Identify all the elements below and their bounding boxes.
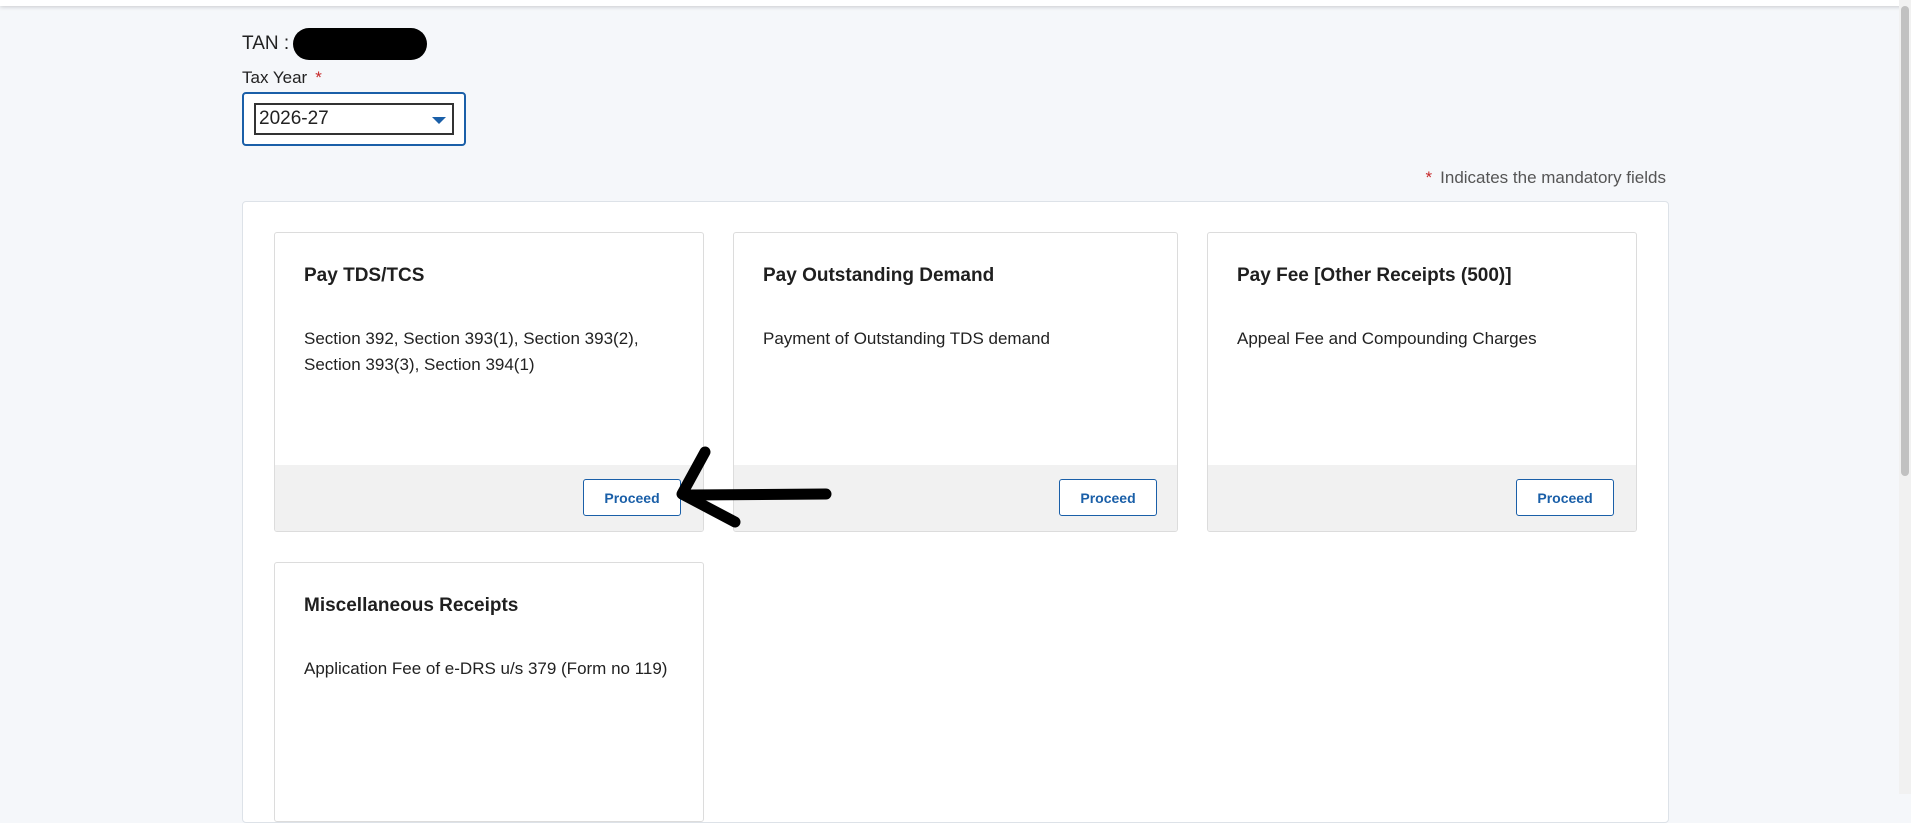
scrollbar-thumb[interactable]: [1901, 6, 1909, 476]
tan-redacted-value: [293, 28, 428, 60]
card-description: Payment of Outstanding TDS demand: [763, 329, 1050, 348]
tax-year-value: 2026-27: [259, 108, 329, 129]
card-footer: Proceed: [1208, 465, 1636, 531]
mandatory-fields-note: * Indicates the mandatory fields: [1426, 168, 1666, 188]
proceed-button[interactable]: Proceed: [1059, 479, 1157, 516]
card-title: Pay Fee [Other Receipts (500)]: [1237, 265, 1512, 286]
arrow-annotation-icon: [676, 446, 832, 528]
card-title: Pay Outstanding Demand: [763, 265, 995, 286]
mandatory-note-text: Indicates the mandatory fields: [1440, 168, 1666, 187]
card-description: Appeal Fee and Compounding Charges: [1237, 329, 1537, 348]
required-star: *: [1425, 168, 1433, 187]
card-pay-tds-tcs: Pay TDS/TCS Section 392, Section 393(1),…: [274, 232, 704, 532]
tan-label: TAN :: [242, 33, 290, 54]
card-description: Application Fee of e-DRS u/s 379 (Form n…: [304, 659, 668, 678]
card-miscellaneous-receipts: Miscellaneous Receipts Application Fee o…: [274, 562, 704, 822]
card-title: Miscellaneous Receipts: [304, 595, 519, 616]
card-title: Pay TDS/TCS: [304, 265, 425, 286]
vertical-scrollbar[interactable]: [1899, 0, 1911, 794]
top-header-bar: [0, 0, 1911, 6]
chevron-down-icon[interactable]: [432, 117, 446, 124]
tax-year-label-row: Tax Year *: [242, 68, 322, 88]
card-footer: Proceed: [275, 465, 703, 531]
card-pay-fee-other-receipts: Pay Fee [Other Receipts (500)] Appeal Fe…: [1207, 232, 1637, 532]
tax-year-select[interactable]: 2026-27: [242, 92, 466, 146]
payment-options-panel: Pay TDS/TCS Section 392, Section 393(1),…: [242, 201, 1669, 823]
proceed-button[interactable]: Proceed: [583, 479, 681, 516]
tan-row: TAN :: [242, 28, 428, 60]
proceed-button[interactable]: Proceed: [1516, 479, 1614, 516]
tax-year-label: Tax Year: [242, 68, 308, 87]
required-star: *: [315, 68, 322, 87]
card-description: Section 392, Section 393(1), Section 393…: [304, 329, 639, 374]
tax-year-select-field[interactable]: 2026-27: [254, 103, 454, 135]
